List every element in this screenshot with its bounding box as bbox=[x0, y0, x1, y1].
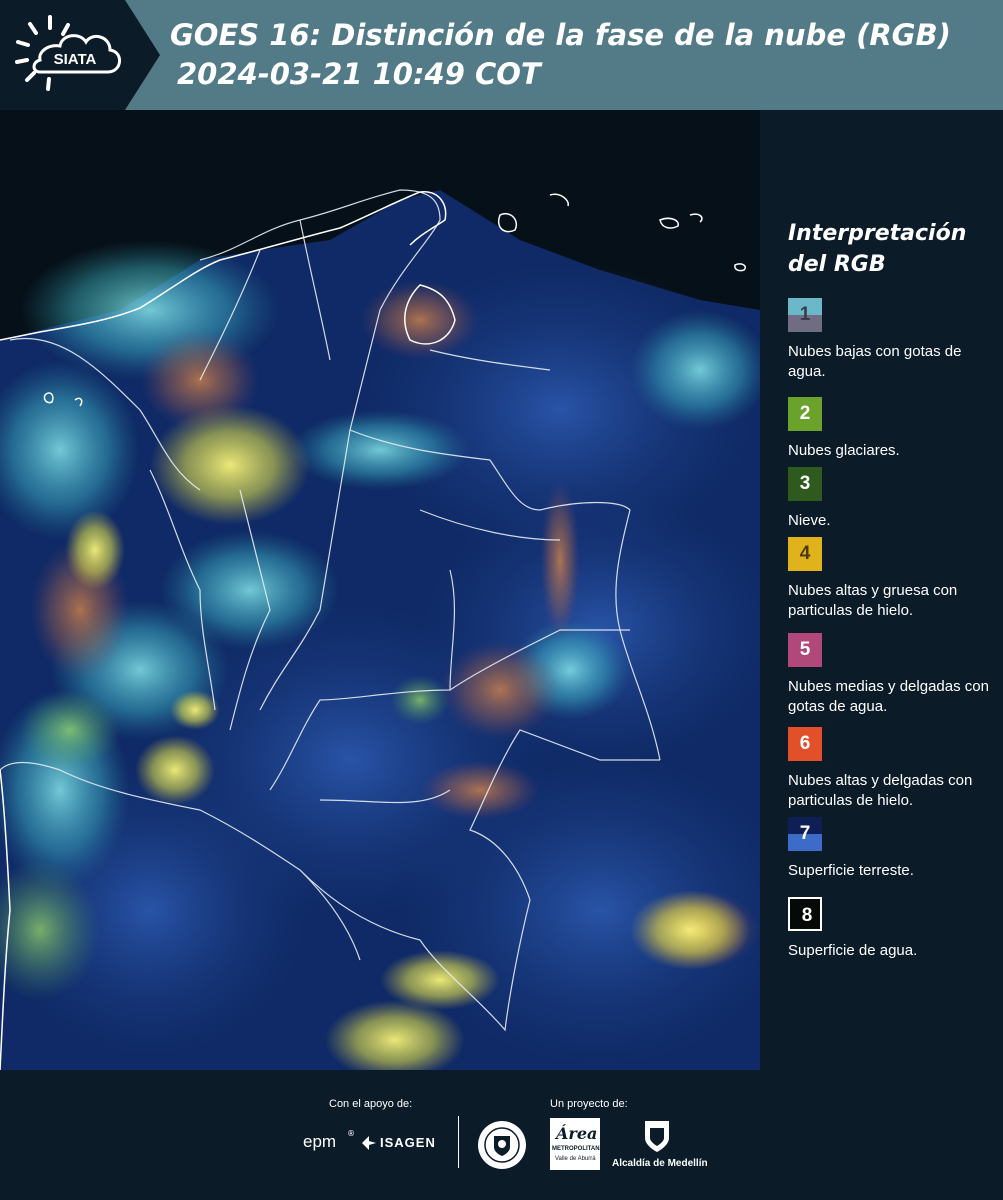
project-label: Un proyecto de: bbox=[550, 1098, 628, 1110]
legend-title: Interpretación del RGB bbox=[788, 221, 967, 277]
page-title: GOES 16: Distinción de la fase de la nub… bbox=[170, 18, 951, 52]
legend-label: Nubes altas y delgadas con particulas de… bbox=[788, 772, 973, 809]
legend-number: 8 bbox=[801, 905, 813, 926]
isagen-mark-icon bbox=[362, 1136, 376, 1150]
area-metropolitana-logo: Área METROPOLITANA Valle de Aburrá bbox=[550, 1118, 604, 1170]
legend-number: 3 bbox=[799, 473, 811, 494]
header-bar: SIATA GOES 16: Distinción de la fase de … bbox=[0, 0, 1003, 110]
page-timestamp: 2024-03-21 10:49 COT bbox=[177, 57, 541, 91]
legend-swatch: 2 bbox=[788, 397, 822, 431]
legend-number: 4 bbox=[799, 543, 811, 564]
footer-divider bbox=[458, 1116, 459, 1168]
legend-swatch: 4 bbox=[788, 537, 822, 571]
legend-number: 2 bbox=[799, 403, 811, 424]
isagen-logo: ISAGEN bbox=[360, 1134, 440, 1156]
epm-logo: epm ® bbox=[303, 1129, 355, 1151]
legend-label: Superficie terreste. bbox=[788, 862, 914, 879]
legend-label: Nubes medias y delgadas con gotas de agu… bbox=[788, 678, 989, 715]
support-label: Con el apoyo de: bbox=[329, 1098, 413, 1110]
siata-logo-panel: SIATA bbox=[0, 0, 160, 110]
legend-swatch: 6 bbox=[788, 727, 822, 761]
footer: Con el apoyo de: Un proyecto de: epm ® I… bbox=[0, 1070, 1003, 1200]
legend-number: 7 bbox=[799, 823, 811, 844]
legend-number: 1 bbox=[799, 304, 811, 325]
legend-swatch: 7 bbox=[788, 817, 822, 851]
legend-label: Nubes altas y gruesa con particulas de h… bbox=[788, 582, 958, 619]
satellite-map bbox=[0, 110, 760, 1070]
alcaldia-logo: Alcaldía de Medellín bbox=[612, 1118, 708, 1170]
legend-swatch: 8 bbox=[788, 897, 822, 931]
legend-number: 5 bbox=[799, 639, 811, 660]
siata-logo-text: SIATA bbox=[54, 51, 97, 68]
legend-swatch: 5 bbox=[788, 633, 822, 667]
legend-label: Nieve. bbox=[788, 512, 831, 529]
legend-label: Nubes bajas con gotas de agua. bbox=[788, 343, 962, 380]
legend-label: Nubes glaciares. bbox=[788, 442, 900, 459]
legend-swatch: 3 bbox=[788, 467, 822, 501]
seal-icon bbox=[478, 1121, 526, 1169]
legend-number: 6 bbox=[799, 733, 811, 754]
legend-panel: Interpretación del RGB 1 Nubes bajas con … bbox=[760, 110, 1003, 1070]
legend-swatch: 1 bbox=[788, 298, 822, 332]
legend-label: Superficie de agua. bbox=[788, 942, 918, 959]
medellin-seal-logo bbox=[477, 1120, 527, 1170]
alcaldia-crest-icon bbox=[645, 1121, 669, 1152]
